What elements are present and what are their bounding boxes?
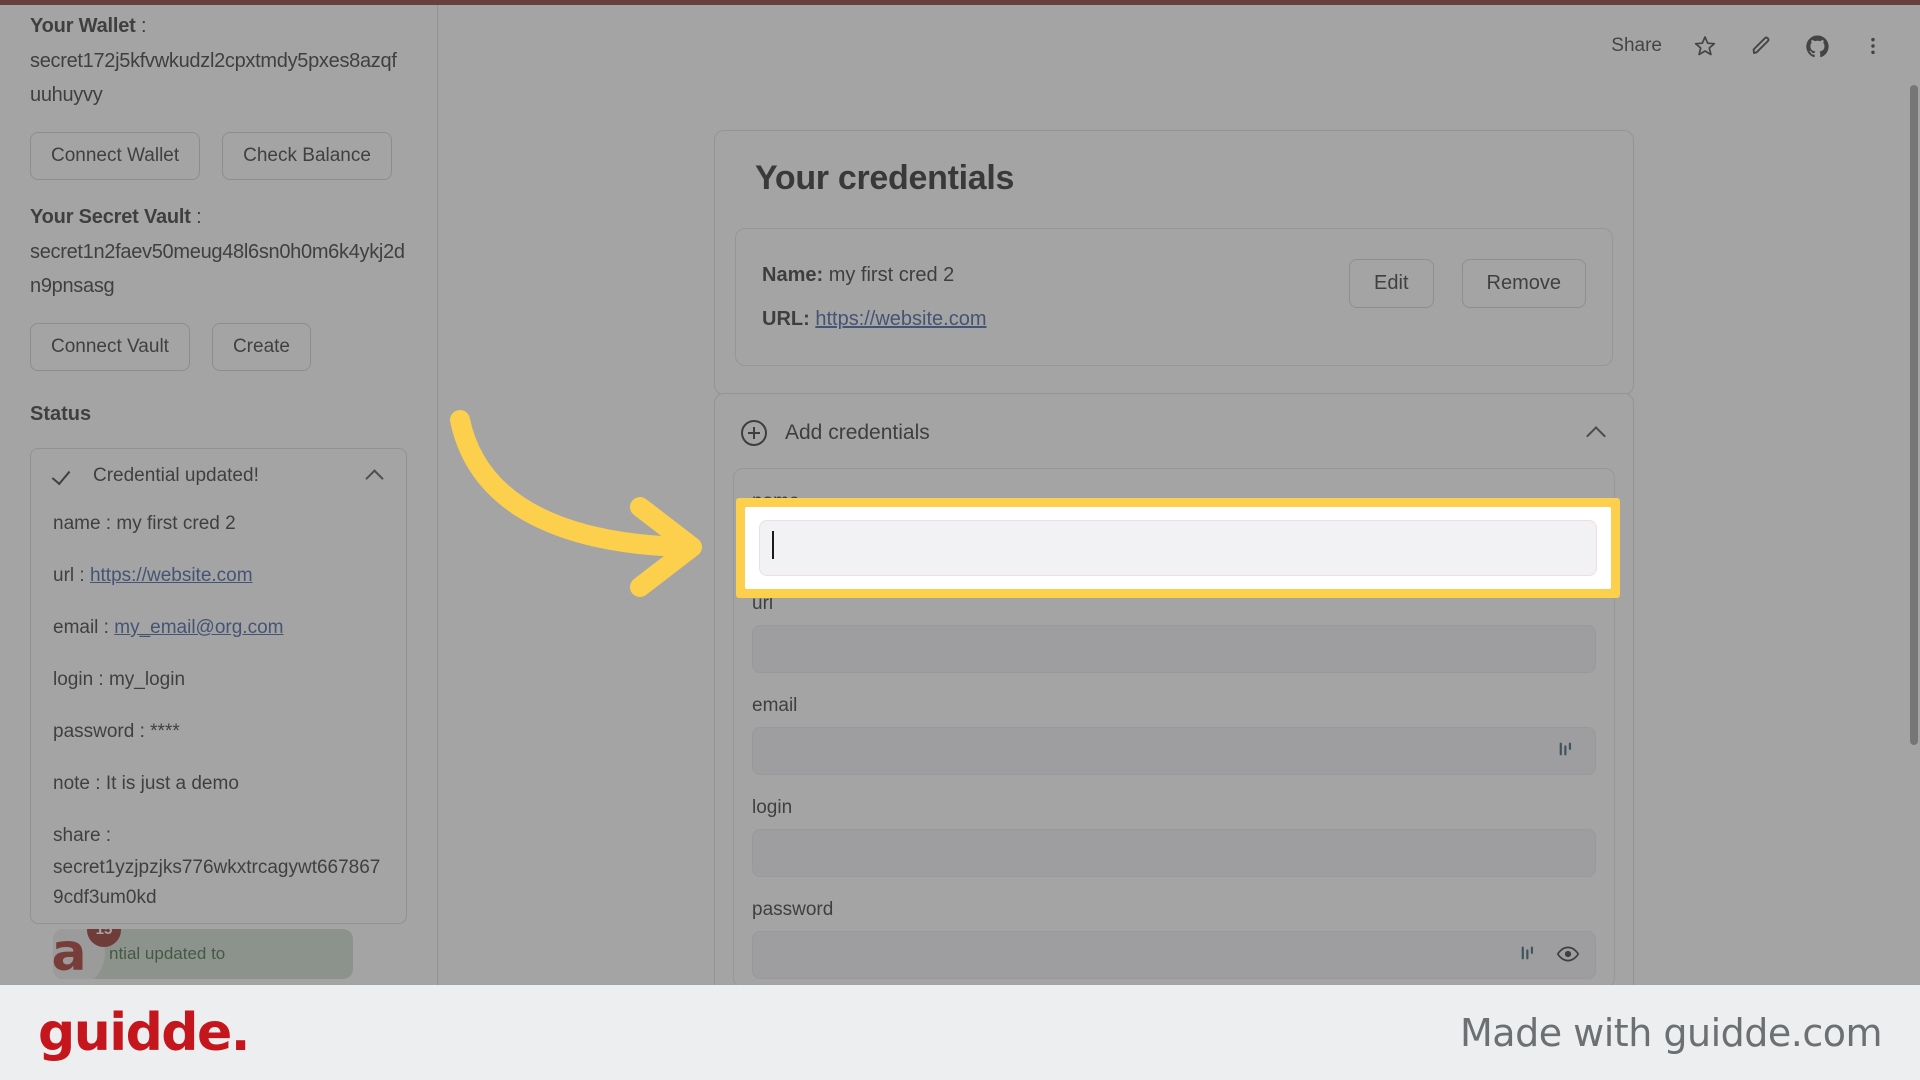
status-card-header-left: Credential updated! <box>53 465 259 487</box>
field-password: password <box>752 899 1596 979</box>
status-title: Credential updated! <box>93 465 259 486</box>
github-icon[interactable] <box>1804 33 1830 59</box>
status-card: Credential updated! name : my first cred… <box>30 448 407 979</box>
status-field-name-value: my first cred 2 <box>116 513 236 534</box>
credential-url-link[interactable]: https://website.com <box>815 308 986 330</box>
password-field-adornments <box>1518 942 1580 966</box>
browser-page: Your Wallet : secret172j5kfvwkudzl2cpxtm… <box>0 0 1920 985</box>
credential-actions: Edit Remove <box>1349 259 1586 308</box>
status-field-login-value: my_login <box>108 669 186 690</box>
status-field-email: email : my_email@org.com <box>53 613 384 643</box>
status-field-password: password : **** <box>53 717 384 747</box>
avatar-letter: a <box>53 929 87 979</box>
connect-wallet-button[interactable]: Connect Wallet <box>30 132 201 180</box>
highlight-frame <box>736 498 1620 598</box>
status-field-password-key: password : <box>53 721 151 742</box>
url-input[interactable] <box>752 625 1596 673</box>
guidde-logo: guidde. <box>38 1002 251 1063</box>
eye-icon[interactable] <box>1556 942 1580 966</box>
field-login-label: login <box>752 797 793 818</box>
status-field-share-key: share : <box>53 825 112 846</box>
main-content: Share Your credentials Name: my first cr… <box>439 5 1920 985</box>
password-manager-icon[interactable] <box>1518 942 1542 966</box>
check-icon <box>53 465 75 487</box>
login-input[interactable] <box>752 829 1596 877</box>
more-vertical-icon[interactable] <box>1860 33 1886 59</box>
text-caret <box>772 531 774 559</box>
toast-text: ntial updated to <box>109 944 226 963</box>
vault-heading-text: Your Secret Vault <box>30 206 191 228</box>
your-credentials-card: Your credentials Name: my first cred 2 U… <box>714 130 1634 395</box>
credential-name-label: Name: <box>762 264 824 286</box>
vault-heading: Your Secret Vault : <box>30 206 202 228</box>
credential-name-value: my first cred 2 <box>828 264 955 286</box>
status-field-note: note : It is just a demo <box>53 769 384 799</box>
pencil-icon[interactable] <box>1748 33 1774 59</box>
status-field-url: url : https://website.com <box>53 561 384 591</box>
password-manager-icon[interactable] <box>1556 738 1580 762</box>
status-heading: Status <box>30 403 92 425</box>
credential-url-label: URL: <box>762 308 810 330</box>
share-button[interactable]: Share <box>1611 35 1662 57</box>
wallet-heading-text: Your Wallet <box>30 15 136 37</box>
password-input[interactable] <box>752 931 1596 979</box>
plus-circle-icon <box>741 420 767 446</box>
email-input[interactable] <box>752 727 1596 775</box>
top-toolbar: Share <box>1611 33 1886 59</box>
credential-row: Name: my first cred 2 URL: https://websi… <box>735 228 1613 366</box>
notification-toast[interactable]: a 15 ntial updated to <box>53 929 353 979</box>
check-balance-button[interactable]: Check Balance <box>222 132 392 180</box>
wallet-button-row: Connect Wallet Check Balance <box>30 132 407 180</box>
remove-button[interactable]: Remove <box>1461 259 1586 308</box>
status-field-login: login : my_login <box>53 665 384 695</box>
status-field-email-key: email : <box>53 617 115 638</box>
field-email: email <box>752 695 1596 775</box>
status-field-email-link[interactable]: my_email@org.com <box>114 617 283 638</box>
status-field-url-link[interactable]: https://website.com <box>90 565 253 586</box>
create-button[interactable]: Create <box>211 323 311 371</box>
status-field-note-key: note : <box>53 773 106 794</box>
status-card-header[interactable]: Credential updated! <box>53 465 384 487</box>
made-with-guidde-text: Made with guidde.com <box>1460 1010 1882 1055</box>
highlighted-name-input[interactable] <box>759 520 1597 576</box>
wallet-address: secret172j5kfvwkudzl2cpxtmdy5pxes8azqfuu… <box>30 50 397 106</box>
edit-button[interactable]: Edit <box>1349 259 1434 308</box>
status-field-share-value: secret1yzjpzjks776wkxtrcagywt6678679cdf3… <box>53 857 381 908</box>
status-field-note-value: It is just a demo <box>105 773 239 794</box>
status-field-name: name : my first cred 2 <box>53 509 384 539</box>
add-credentials-header[interactable]: Add credentials <box>715 394 1633 468</box>
add-credentials-label: Add credentials <box>785 421 930 444</box>
page-title: Your credentials <box>755 159 1015 197</box>
highlight-inner <box>745 507 1611 589</box>
wallet-heading: Your Wallet : <box>30 15 147 37</box>
guidde-footer: guidde. Made with guidde.com <box>0 985 1920 1080</box>
status-field-name-key: name : <box>53 513 117 534</box>
page-scrollbar[interactable] <box>1910 85 1918 745</box>
chevron-up-icon[interactable] <box>1587 423 1607 443</box>
status-field-url-key: url : <box>53 565 90 586</box>
field-login: login <box>752 797 1596 877</box>
field-email-label: email <box>752 695 798 716</box>
field-password-label: password <box>752 899 834 920</box>
add-credentials-card: Add credentials name url email <box>714 393 1634 985</box>
email-field-adornments <box>1556 738 1580 762</box>
vault-button-row: Connect Vault Create <box>30 323 407 371</box>
field-url: url <box>752 593 1596 673</box>
star-icon[interactable] <box>1692 33 1718 59</box>
sidebar: Your Wallet : secret172j5kfvwkudzl2cpxtm… <box>0 5 438 985</box>
status-field-password-value: **** <box>150 721 180 742</box>
status-field-login-key: login : <box>53 669 109 690</box>
connect-vault-button[interactable]: Connect Vault <box>30 323 190 371</box>
screenshot-root: Your Wallet : secret172j5kfvwkudzl2cpxtm… <box>0 0 1920 1080</box>
chevron-up-icon[interactable] <box>366 467 384 485</box>
vault-address: secret1n2faev50meug48l6sn0h0m6k4ykj2dn9p… <box>30 241 405 297</box>
